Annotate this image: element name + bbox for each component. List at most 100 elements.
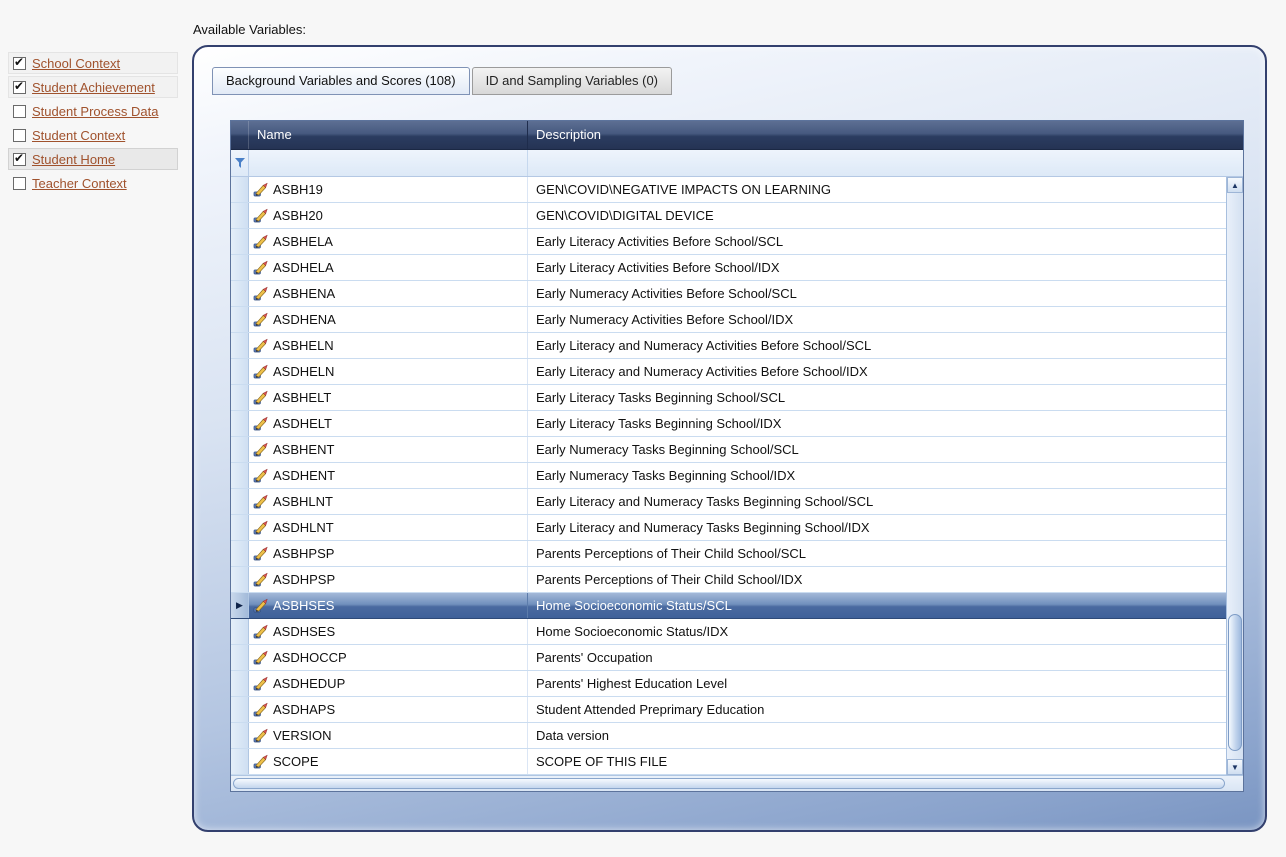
row-indicator-cell: ▶	[231, 489, 249, 514]
variable-icon	[253, 286, 268, 301]
variable-description-cell: Early Literacy and Numeracy Tasks Beginn…	[528, 489, 1226, 514]
sidebar-item-label[interactable]: Student Context	[32, 128, 125, 143]
variable-description-cell: GEN\COVID\DIGITAL DEVICE	[528, 203, 1226, 228]
table-row[interactable]: ▶	[231, 255, 1226, 281]
variable-name: ASDHELA	[273, 260, 334, 275]
variable-description: Home Socioeconomic Status/SCL	[536, 598, 732, 613]
tab-strip: Background Variables and Scores (108) ID…	[212, 67, 674, 95]
variable-name-cell: ASBHELN	[249, 333, 528, 358]
variable-icon	[253, 546, 268, 561]
table-row[interactable]: ▶	[231, 177, 1226, 203]
row-indicator-cell: ▶	[231, 281, 249, 306]
variable-name-cell: ASDHAPS	[249, 697, 528, 722]
sidebar-item[interactable]: Student Home	[8, 148, 178, 170]
variable-name: ASDHLNT	[273, 520, 334, 535]
table-row[interactable]: ▶	[231, 567, 1226, 593]
table-row[interactable]: ▶	[231, 203, 1226, 229]
variable-name-cell: ASDHENA	[249, 307, 528, 332]
vertical-scrollbar-thumb[interactable]	[1228, 614, 1242, 752]
table-row[interactable]: ▶	[231, 541, 1226, 567]
table-row[interactable]: ▶	[231, 333, 1226, 359]
variable-name-cell: ASBH20	[249, 203, 528, 228]
tab[interactable]: ID and Sampling Variables (0)	[472, 67, 672, 95]
table-row[interactable]: ▶	[231, 229, 1226, 255]
variable-description: Parents' Highest Education Level	[536, 676, 727, 691]
variable-icon	[253, 468, 268, 483]
variable-icon	[253, 676, 268, 691]
horizontal-scrollbar-thumb[interactable]	[233, 778, 1225, 789]
variable-name-cell: ASBHSES	[249, 593, 528, 618]
table-row[interactable]: ▶	[231, 489, 1226, 515]
table-row[interactable]: ▶	[231, 671, 1226, 697]
sidebar-item-label[interactable]: Student Process Data	[32, 104, 158, 119]
sidebar-item-label[interactable]: Student Home	[32, 152, 115, 167]
sidebar-item-checkbox[interactable]	[13, 177, 26, 190]
variable-icon	[253, 182, 268, 197]
row-indicator-cell: ▶	[231, 333, 249, 358]
tab[interactable]: Background Variables and Scores (108)	[212, 67, 470, 95]
filter-description-cell[interactable]	[528, 150, 1243, 176]
filter-name-cell[interactable]	[249, 150, 528, 176]
table-row[interactable]: ▶	[231, 645, 1226, 671]
variable-description: Early Literacy and Numeracy Activities B…	[536, 338, 871, 353]
sidebar-item[interactable]: Student Achievement	[8, 76, 178, 98]
sidebar-item[interactable]: Teacher Context	[8, 172, 178, 194]
row-indicator-cell: ▶	[231, 645, 249, 670]
table-row[interactable]: ▶	[231, 619, 1226, 645]
table-row[interactable]: ▶	[231, 749, 1226, 775]
variable-name: ASDHELT	[273, 416, 332, 431]
variable-description: Early Literacy Activities Before School/…	[536, 234, 783, 249]
variable-name: VERSION	[273, 728, 332, 743]
sidebar-item-checkbox[interactable]	[13, 57, 26, 70]
sidebar-item-checkbox[interactable]	[13, 153, 26, 166]
sidebar-item-checkbox[interactable]	[13, 129, 26, 142]
table-row[interactable]: ▶	[231, 463, 1226, 489]
table-row[interactable]: ▶	[231, 515, 1226, 541]
variable-name: ASDHOCCP	[273, 650, 347, 665]
variable-description-cell: Home Socioeconomic Status/IDX	[528, 619, 1226, 644]
sidebar-item-label[interactable]: Student Achievement	[32, 80, 155, 95]
filter-funnel-icon[interactable]	[235, 158, 245, 168]
row-indicator-cell: ▶	[231, 749, 249, 774]
variables-panel: Background Variables and Scores (108) ID…	[192, 45, 1267, 832]
table-row[interactable]: ▶	[231, 593, 1226, 619]
variable-name-cell: ASBHLNT	[249, 489, 528, 514]
table-row[interactable]: ▶	[231, 723, 1226, 749]
variable-name: ASBH19	[273, 182, 323, 197]
variable-icon	[253, 390, 268, 405]
column-header-description[interactable]: Description	[528, 121, 1243, 149]
row-indicator-cell: ▶	[231, 255, 249, 280]
sidebar-item[interactable]: Student Process Data	[8, 100, 178, 122]
table-row[interactable]: ▶	[231, 359, 1226, 385]
table-row[interactable]: ▶	[231, 697, 1226, 723]
variable-name-cell: VERSION	[249, 723, 528, 748]
variable-description: Early Literacy and Numeracy Tasks Beginn…	[536, 520, 870, 535]
variable-description-cell: Parents Perceptions of Their Child Schoo…	[528, 567, 1226, 592]
sidebar-item[interactable]: School Context	[8, 52, 178, 74]
sidebar-item[interactable]: Student Context	[8, 124, 178, 146]
variable-description-cell: Early Literacy Tasks Beginning School/ID…	[528, 411, 1226, 436]
sidebar-item-checkbox[interactable]	[13, 81, 26, 94]
variable-icon	[253, 234, 268, 249]
variable-icon	[253, 416, 268, 431]
horizontal-scrollbar[interactable]	[231, 775, 1243, 791]
variable-icon	[253, 650, 268, 665]
variable-icon	[253, 364, 268, 379]
sidebar-item-checkbox[interactable]	[13, 105, 26, 118]
scroll-down-button[interactable]: ▼	[1227, 759, 1243, 775]
variable-description: SCOPE OF THIS FILE	[536, 754, 667, 769]
variable-description: Early Numeracy Tasks Beginning School/ID…	[536, 468, 795, 483]
sidebar-item-label[interactable]: School Context	[32, 56, 120, 71]
vertical-scrollbar[interactable]: ▲ ▼	[1226, 177, 1243, 775]
table-row[interactable]: ▶	[231, 307, 1226, 333]
variable-icon	[253, 520, 268, 535]
scroll-up-button[interactable]: ▲	[1227, 177, 1243, 193]
table-row[interactable]: ▶	[231, 385, 1226, 411]
table-row[interactable]: ▶	[231, 411, 1226, 437]
sidebar-item-label[interactable]: Teacher Context	[32, 176, 127, 191]
column-header-name[interactable]: Name	[249, 121, 528, 149]
table-row[interactable]: ▶	[231, 281, 1226, 307]
variable-name-cell: ASDHPSP	[249, 567, 528, 592]
variable-description-cell: Early Literacy Activities Before School/…	[528, 255, 1226, 280]
table-row[interactable]: ▶	[231, 437, 1226, 463]
